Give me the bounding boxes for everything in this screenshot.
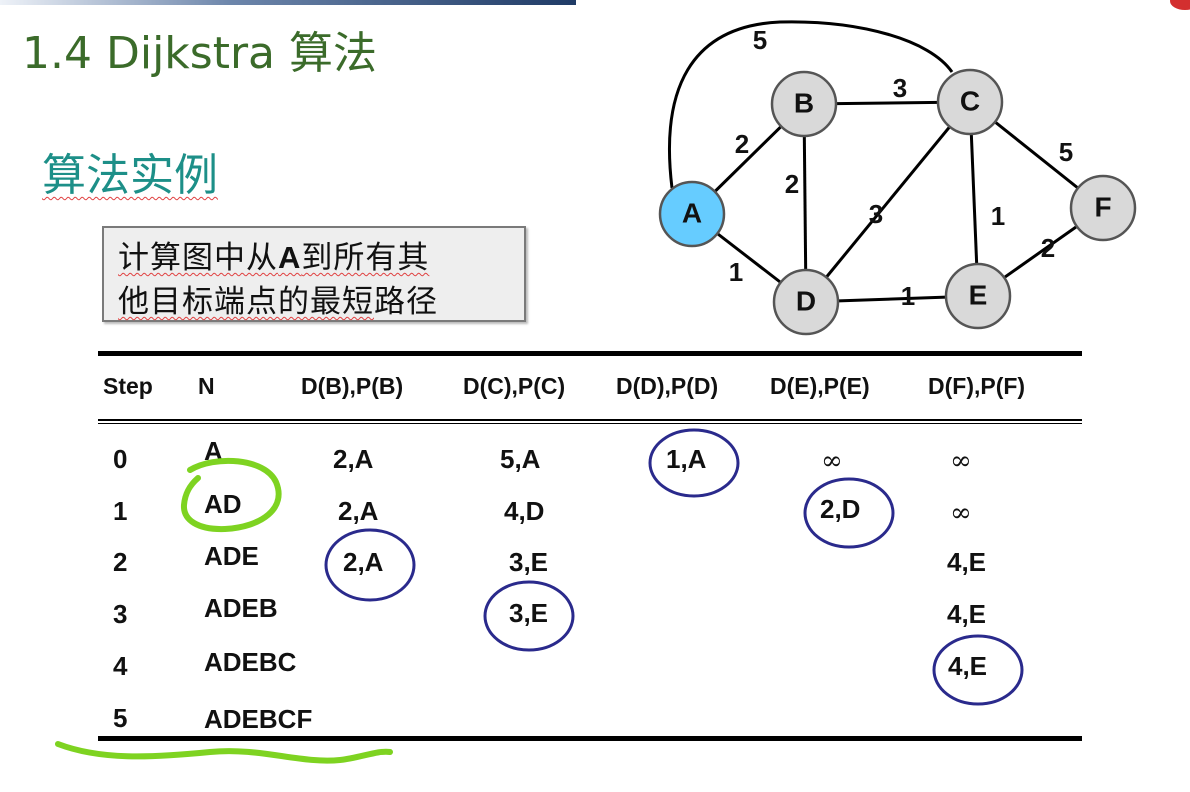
table-row-3-n: ADEB [204,593,278,623]
table-row-1-n: AD [204,489,242,519]
table-row-0-de: ∞ [821,446,843,476]
table-row-5-n: ADEBCF [204,704,313,734]
table-row-2-df: 4,E [947,547,987,577]
annotation-green-underline [55,741,393,764]
table-header-rule-thin [98,423,1082,424]
table-row-2-dc: 3,E [509,547,549,577]
edge-weight-d-e: 1 [901,281,915,311]
network-graph: 2 1 5 3 2 3 1 5 1 2 A B C D E F [658,20,1137,336]
node-label-b: B [794,87,814,118]
edge-weight-a-d: 1 [729,257,743,287]
table-row-2-step: 2 [113,547,128,577]
table-row-0-n: A [204,436,223,466]
edge-weight-e-f: 2 [1041,233,1055,263]
header-dc: D(C),P(C) [463,373,566,399]
edge-weight-b-c: 3 [893,73,907,103]
header-dd: D(D),P(D) [616,373,719,399]
node-label-f: F [1094,191,1111,222]
node-label-d: D [796,285,816,316]
table-row-4-n: ADEBC [204,647,297,677]
table-row-1-de: 2,D [820,494,861,524]
header-db: D(B),P(B) [301,373,404,399]
edge-weight-c-d: 3 [869,199,883,229]
table-row-0-dc: 5,A [500,444,541,474]
table-row-3-dc: 3,E [509,598,549,628]
table-row-0-step: 0 [113,444,128,474]
edge-weight-a-c: 5 [753,25,767,55]
table-header-rule [98,419,1082,421]
table-row-3-df: 4,E [947,599,987,629]
table-row-0-df: ∞ [950,446,972,476]
edge-c-d [804,101,972,303]
header-df: D(F),P(F) [928,373,1026,399]
table-row-0-dd: 1,A [666,444,707,474]
edge-weight-b-d: 2 [785,169,799,199]
table-row-5-step: 5 [113,703,128,733]
edge-weight-a-b: 2 [735,129,749,159]
header-step: Step [103,373,153,399]
header-n: N [198,373,215,399]
edge-weight-c-e: 1 [991,201,1005,231]
table-row-1-dc: 4,D [504,496,545,526]
table-row-1-db: 2,A [338,496,379,526]
table-row-1-df: ∞ [950,498,972,528]
node-label-e: E [969,279,988,310]
table-top-rule [98,351,1082,356]
header-de: D(E),P(E) [770,373,870,399]
edge-weight-c-f: 5 [1059,137,1073,167]
table-row-4-df: 4,E [948,651,988,681]
table-row-4-step: 4 [113,651,128,681]
node-label-a: A [682,197,702,228]
table-row-2-db: 2,A [343,547,384,577]
table-row-3-step: 3 [113,599,128,629]
table-bottom-rule [98,736,1082,741]
table-row-1-step: 1 [113,496,128,526]
node-label-c: C [960,85,980,116]
table-row-2-n: ADE [204,541,259,571]
table-row-0-db: 2,A [333,444,374,474]
